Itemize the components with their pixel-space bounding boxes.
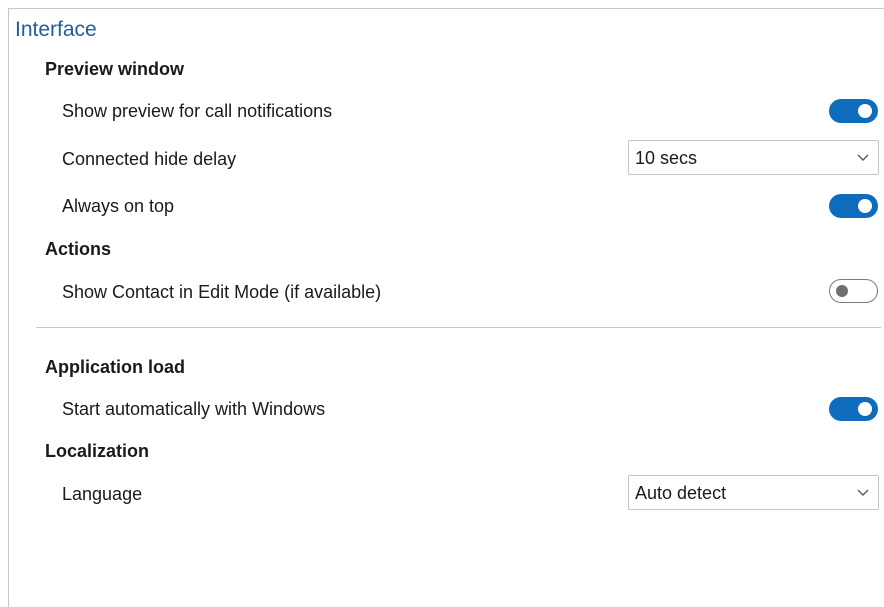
page-title: Interface [15,18,97,41]
show-preview-toggle[interactable] [829,99,878,123]
edit-mode-label: Show Contact in Edit Mode (if available) [62,282,382,302]
start-auto-label: Start automatically with Windows [62,399,326,419]
section-heading-actions: Actions [45,239,112,259]
hide-delay-value: 10 secs [635,148,698,168]
section-divider [36,327,881,328]
section-heading-preview-window: Preview window [45,59,185,79]
toggle-knob [836,285,848,297]
toggle-knob [858,104,872,118]
edit-mode-toggle[interactable] [829,279,878,303]
always-on-top-label: Always on top [62,196,175,216]
always-on-top-toggle[interactable] [829,194,878,218]
section-heading-application-load: Application load [45,357,186,377]
chevron-down-icon [857,489,869,496]
toggle-knob [858,402,872,416]
language-select[interactable]: Auto detect [628,475,879,510]
start-auto-toggle[interactable] [829,397,878,421]
chevron-down-icon [857,154,869,161]
show-preview-label: Show preview for call notifications [62,101,333,121]
language-value: Auto detect [635,483,727,503]
settings-panel [8,8,884,607]
section-heading-localization: Localization [45,441,150,461]
hide-delay-select[interactable]: 10 secs [628,140,879,175]
hide-delay-label: Connected hide delay [62,149,237,169]
language-label: Language [62,484,143,504]
toggle-knob [858,199,872,213]
